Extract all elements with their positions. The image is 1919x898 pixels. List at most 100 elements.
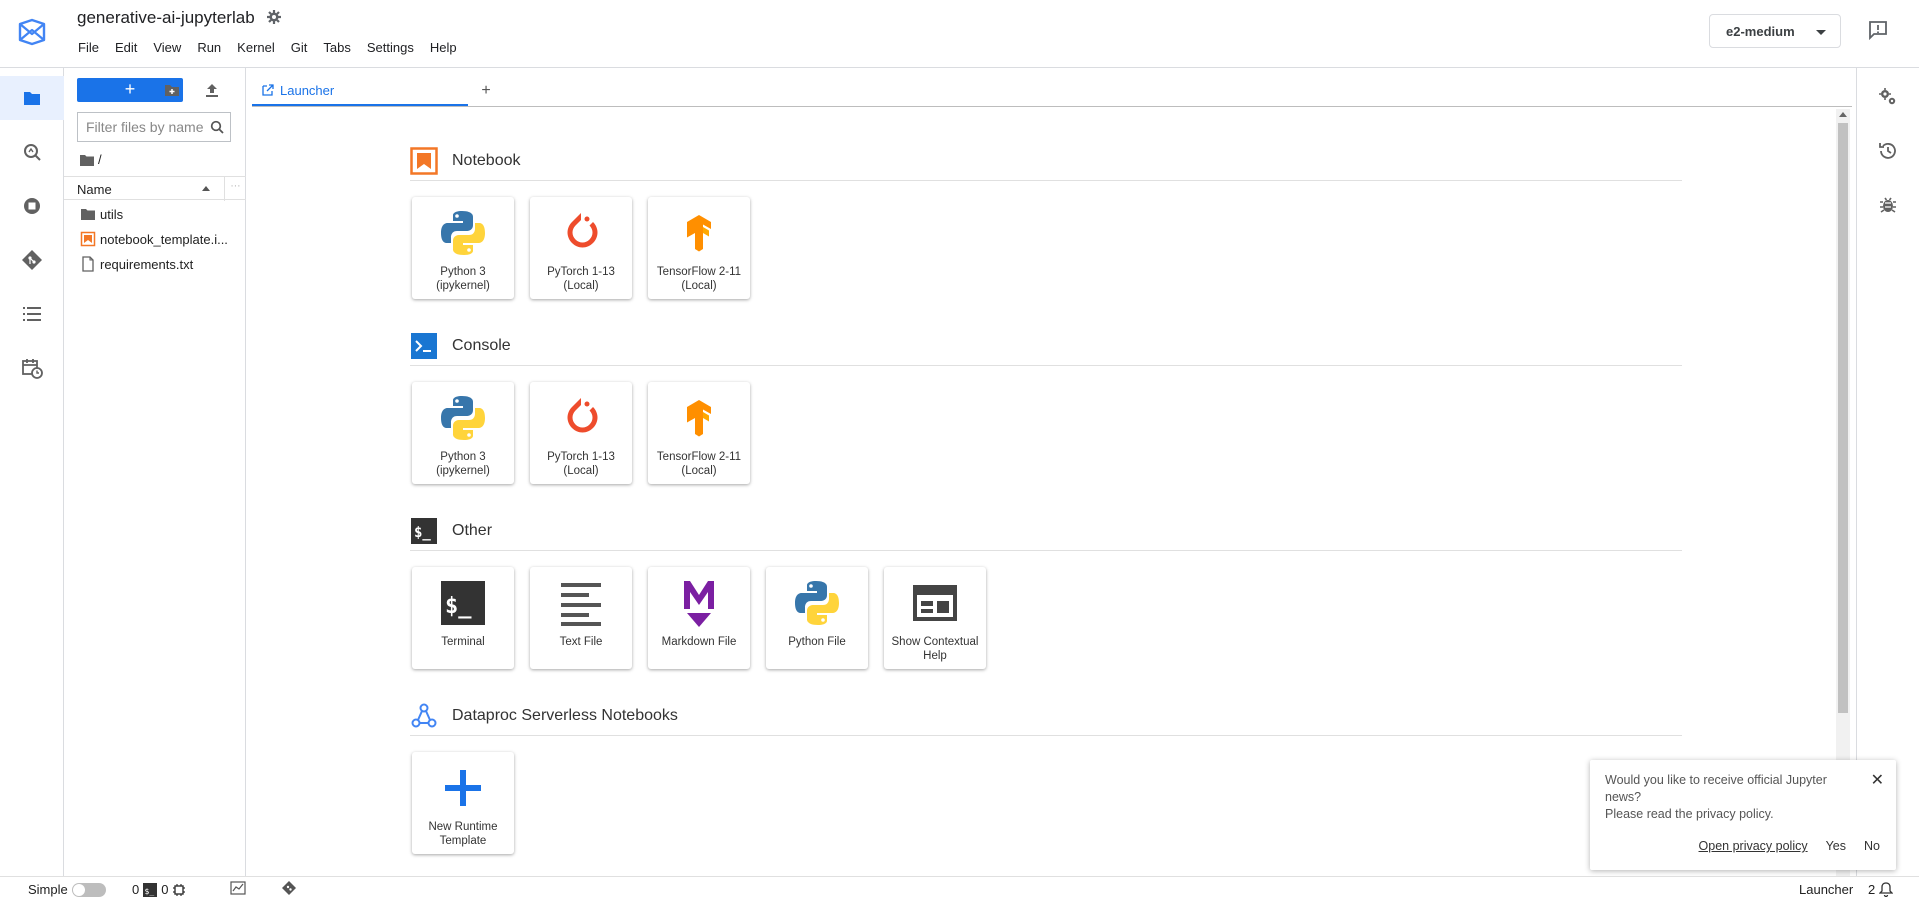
launcher-card-terminal[interactable]: $_ Terminal: [412, 567, 514, 669]
terminal-icon: $_: [441, 581, 485, 625]
svg-text:$_: $_: [445, 594, 472, 619]
list-icon: [23, 307, 41, 321]
card-label: Terminal: [441, 636, 485, 648]
stop-circle-icon: [24, 198, 40, 214]
close-icon[interactable]: ✕: [1871, 770, 1884, 790]
menu-file[interactable]: File: [70, 38, 107, 57]
launcher-card-python-file[interactable]: Python File: [766, 567, 868, 669]
text-file-icon: [561, 583, 601, 626]
section-title: Other: [452, 521, 493, 539]
python-icon: [441, 396, 485, 440]
menu-bar: File Edit View Run Kernel Git Tabs Setti…: [70, 38, 465, 57]
main-tab-bar: Launcher +: [252, 76, 1852, 107]
menu-git[interactable]: Git: [283, 38, 316, 57]
markdown-icon: [684, 581, 714, 627]
active-tab-name: Launcher: [1799, 882, 1854, 897]
resource-usage-icon[interactable]: [230, 881, 246, 895]
launcher-card-console-python3[interactable]: Python 3 (ipykernel): [412, 382, 514, 484]
card-label: New Runtime Template: [428, 821, 498, 847]
file-list-header[interactable]: Name ⋯: [64, 176, 246, 201]
status-bar: Simple 0 $_ 0 Launcher 2: [0, 876, 1919, 898]
folder-icon: [80, 154, 94, 166]
upload-icon[interactable]: [202, 80, 222, 100]
launcher-card-markdown-file[interactable]: Markdown File: [648, 567, 750, 669]
kernel-count-value: 0: [161, 882, 169, 897]
scrollbar-thumb[interactable]: [1838, 123, 1848, 713]
git-tab[interactable]: [0, 238, 64, 282]
machine-type-select[interactable]: e2-medium: [1709, 14, 1841, 48]
file-name: notebook_template.i...: [100, 231, 228, 247]
search-icon: [24, 144, 41, 161]
card-label: PyTorch 1-13 (Local): [547, 451, 615, 477]
launcher-section-notebook: Notebook Python 3 (ipykernel) PyTorch 1-…: [410, 141, 1682, 299]
card-label: PyTorch 1-13 (Local): [547, 266, 615, 292]
feedback-icon[interactable]: [1866, 18, 1890, 42]
no-button[interactable]: No: [1860, 837, 1884, 855]
menu-edit[interactable]: Edit: [107, 38, 145, 57]
menu-view[interactable]: View: [145, 38, 189, 57]
jupyter-news-notification: Would you like to receive official Jupyt…: [1590, 760, 1896, 870]
new-folder-icon[interactable]: [162, 80, 182, 100]
breadcrumb-root[interactable]: /: [98, 152, 102, 167]
launcher-section-dataproc: Dataproc Serverless Notebooks New Runtim…: [410, 696, 1682, 854]
left-sidebar-rail: [0, 68, 64, 876]
scheduler-tab[interactable]: [0, 346, 64, 390]
app-logo-icon[interactable]: [16, 16, 48, 48]
breadcrumb[interactable]: /: [80, 152, 102, 167]
plus-icon: [445, 770, 481, 806]
debugger-bug-icon[interactable]: [1877, 194, 1899, 216]
pytorch-icon: [567, 398, 598, 433]
launcher-card-notebook-pytorch[interactable]: PyTorch 1-13 (Local): [530, 197, 632, 299]
bell-icon: [1879, 882, 1894, 897]
search-tab[interactable]: [0, 130, 64, 174]
file-filter-placeholder: Filter files by name: [86, 119, 204, 135]
file-filter-input[interactable]: Filter files by name: [77, 112, 231, 142]
file-browser-tab[interactable]: [0, 76, 64, 120]
python-icon: [795, 581, 839, 625]
file-name: requirements.txt: [100, 256, 194, 272]
svg-text:$_: $_: [145, 887, 155, 896]
toggle-switch[interactable]: [71, 882, 106, 897]
gear-icon[interactable]: [266, 9, 282, 25]
yes-button[interactable]: Yes: [1822, 837, 1850, 855]
git-status-icon[interactable]: [281, 880, 297, 896]
open-privacy-policy-button[interactable]: Open privacy policy: [1695, 837, 1812, 855]
property-inspector-icon[interactable]: [1877, 86, 1899, 108]
calendar-clock-icon: [22, 359, 43, 379]
file-row-utils[interactable]: utils: [64, 202, 246, 226]
column-resize-handle[interactable]: ⋯: [224, 177, 246, 201]
file-row-requirements[interactable]: requirements.txt: [64, 252, 246, 276]
running-kernels-tab[interactable]: [0, 184, 64, 228]
add-tab-button[interactable]: +: [476, 82, 496, 102]
tab-label: Launcher: [280, 82, 335, 98]
tensorflow-icon: [687, 215, 711, 252]
sort-ascending-icon: [202, 186, 210, 191]
menu-settings[interactable]: Settings: [359, 38, 422, 57]
terminal-count[interactable]: 0 $_ 0: [132, 882, 186, 897]
menu-run[interactable]: Run: [189, 38, 229, 57]
file-row-notebook-template[interactable]: notebook_template.i...: [64, 227, 246, 251]
menu-kernel[interactable]: Kernel: [229, 38, 283, 57]
menu-help[interactable]: Help: [422, 38, 465, 57]
active-tab-indicator: Launcher: [1799, 882, 1853, 897]
launcher-card-text-file[interactable]: Text File: [530, 567, 632, 669]
notification-center[interactable]: 2: [1868, 882, 1894, 897]
simple-mode-toggle[interactable]: Simple: [28, 882, 106, 897]
launcher-card-notebook-tensorflow[interactable]: TensorFlow 2-11 (Local): [648, 197, 750, 299]
notification-count: 2: [1868, 882, 1876, 897]
launcher-card-notebook-python3[interactable]: Python 3 (ipykernel): [412, 197, 514, 299]
launcher-card-contextual-help[interactable]: Show Contextual Help: [884, 567, 986, 669]
launcher-section-other: $_ Other $_ Terminal Text File Markdown …: [410, 511, 1682, 669]
terminal-icon: $_: [411, 517, 437, 544]
name-column-header[interactable]: Name: [77, 182, 112, 197]
launcher-card-new-runtime-template[interactable]: New Runtime Template: [412, 752, 514, 854]
search-icon: [210, 120, 224, 134]
history-icon[interactable]: [1877, 140, 1899, 162]
menu-tabs[interactable]: Tabs: [315, 38, 358, 57]
scroll-up-arrow-icon[interactable]: [1839, 112, 1847, 117]
table-of-contents-tab[interactable]: [0, 292, 64, 336]
tab-launcher[interactable]: Launcher: [252, 76, 468, 106]
launcher-card-console-pytorch[interactable]: PyTorch 1-13 (Local): [530, 382, 632, 484]
launcher-card-console-tensorflow[interactable]: TensorFlow 2-11 (Local): [648, 382, 750, 484]
right-sidebar-rail: [1856, 68, 1919, 876]
